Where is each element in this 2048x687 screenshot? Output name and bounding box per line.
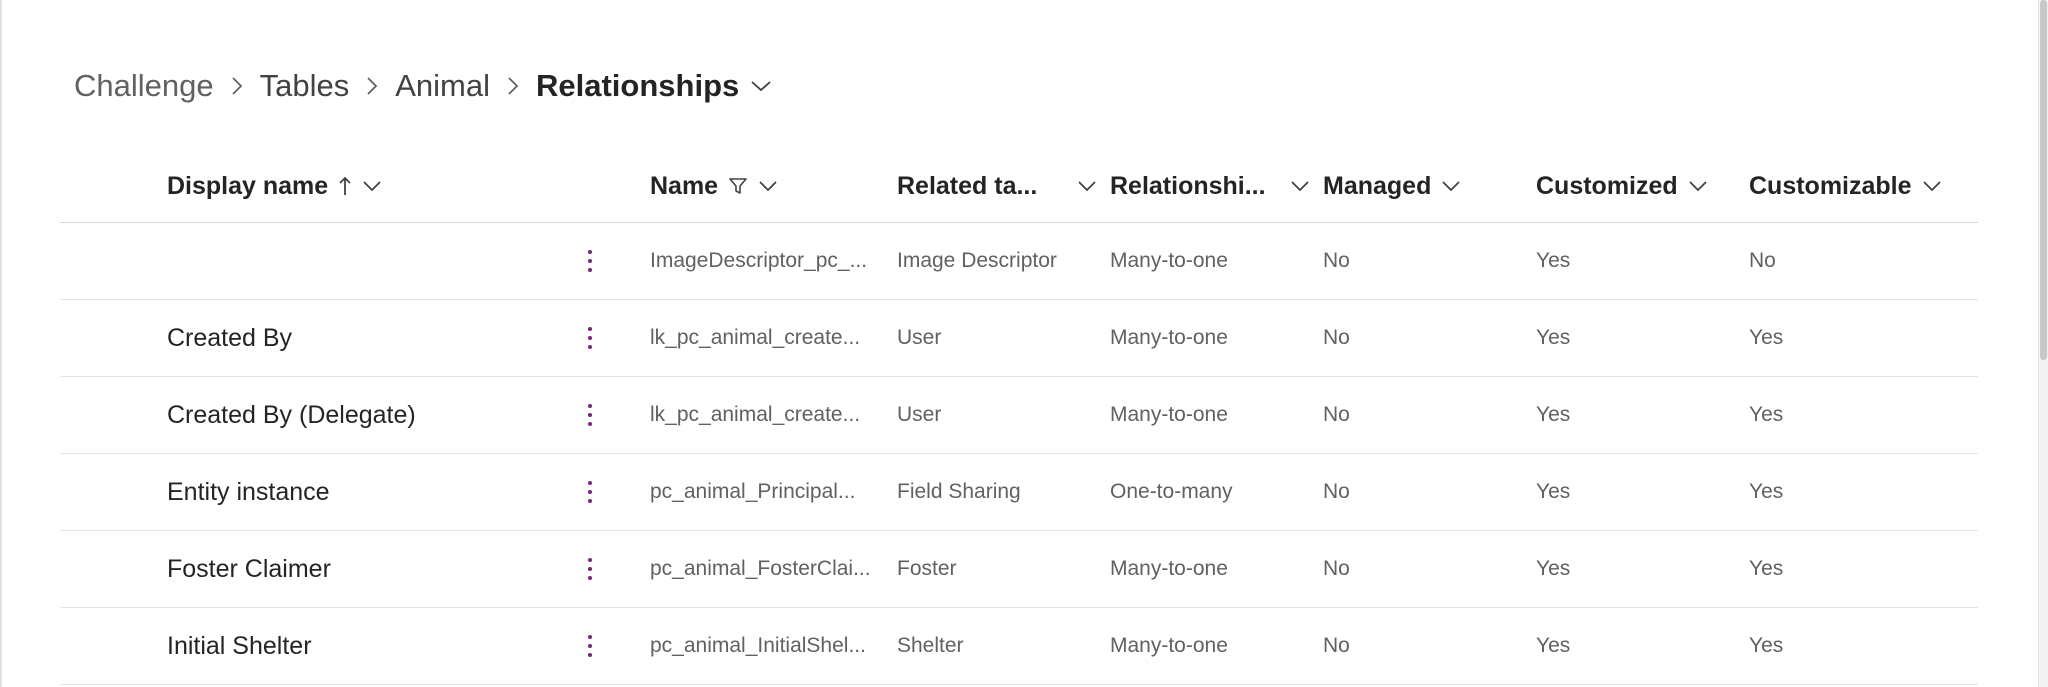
chevron-right-icon (490, 62, 536, 110)
cell-related-table: User (897, 403, 942, 426)
cell-customized: Yes (1536, 480, 1571, 503)
cell-name: pc_animal_InitialShel... (650, 634, 866, 657)
chevron-down-icon (758, 180, 778, 192)
chevron-down-icon (1290, 180, 1310, 192)
column-header-label: Relationshi... (1110, 171, 1266, 200)
cell-relationship-type: Many-to-one (1110, 557, 1228, 580)
cell-name: ImageDescriptor_pc_... (650, 249, 868, 272)
cell-customized: Yes (1536, 326, 1571, 349)
cell-customizable: Yes (1749, 557, 1784, 580)
table-row[interactable]: Entity instance pc_animal_Principal... F… (60, 454, 1978, 531)
cell-name: pc_animal_Principal... (650, 480, 856, 503)
cell-name: lk_pc_animal_create... (650, 403, 861, 426)
more-options-icon[interactable] (560, 608, 620, 684)
cell-name: pc_animal_FosterClai... (650, 557, 871, 580)
cell-related-table: Image Descriptor (897, 249, 1057, 272)
cell-display-name: Entity instance (167, 477, 330, 506)
cell-managed: No (1323, 480, 1350, 503)
cell-customized: Yes (1536, 403, 1571, 426)
cell-managed: No (1323, 326, 1350, 349)
chevron-down-icon (1922, 180, 1942, 192)
cell-relationship-type: Many-to-one (1110, 634, 1228, 657)
cell-customizable: Yes (1749, 326, 1784, 349)
more-options-icon[interactable] (560, 377, 620, 453)
table-row[interactable]: Foster Claimer pc_animal_FosterClai... F… (60, 531, 1978, 608)
relationships-table: Display name Name Related ta... Relation… (60, 150, 1978, 685)
column-header-label: Name (650, 171, 719, 200)
table-row[interactable]: ImageDescriptor_pc_... Image Descriptor … (60, 223, 1978, 300)
filter-icon (728, 176, 748, 196)
more-options-icon[interactable] (560, 531, 620, 607)
chevron-down-icon[interactable] (739, 62, 783, 110)
chevron-down-icon (1688, 180, 1708, 192)
cell-related-table: Shelter (897, 634, 964, 657)
column-header-label: Customizable (1749, 171, 1912, 200)
cell-customizable: Yes (1749, 403, 1784, 426)
cell-customized: Yes (1536, 557, 1571, 580)
chevron-down-icon (1077, 180, 1097, 192)
column-header-label: Related ta... (897, 171, 1038, 200)
cell-managed: No (1323, 403, 1350, 426)
cell-relationship-type: Many-to-one (1110, 249, 1228, 272)
chevron-right-icon (349, 62, 395, 110)
cell-managed: No (1323, 634, 1350, 657)
breadcrumb-item-tables[interactable]: Tables (260, 68, 350, 104)
cell-managed: No (1323, 557, 1350, 580)
arrow-up-icon (338, 175, 352, 197)
cell-customizable: No (1749, 249, 1776, 272)
column-header-relationship-type[interactable]: Relationshi... (1110, 150, 1310, 222)
table-row[interactable]: Created By (Delegate) lk_pc_animal_creat… (60, 377, 1978, 454)
cell-display-name: Created By (167, 323, 293, 352)
column-header-display-name[interactable]: Display name (167, 150, 382, 222)
column-header-name[interactable]: Name (650, 150, 778, 222)
cell-display-name: Initial Shelter (167, 631, 312, 660)
cell-related-table: Field Sharing (897, 480, 1021, 503)
cell-relationship-type: Many-to-one (1110, 326, 1228, 349)
cell-name: lk_pc_animal_create... (650, 326, 861, 349)
chevron-down-icon (362, 180, 382, 192)
chevron-right-icon (214, 62, 260, 110)
more-options-icon[interactable] (560, 223, 620, 299)
cell-customizable: Yes (1749, 480, 1784, 503)
column-header-label: Customized (1536, 171, 1678, 200)
more-options-icon[interactable] (560, 454, 620, 530)
more-options-icon[interactable] (560, 300, 620, 376)
breadcrumb: Challenge Tables Animal Relationships (74, 62, 783, 110)
chevron-down-icon (1441, 180, 1461, 192)
breadcrumb-item-challenge[interactable]: Challenge (74, 68, 214, 104)
cell-relationship-type: Many-to-one (1110, 403, 1228, 426)
table-header-row: Display name Name Related ta... Relation… (60, 150, 1978, 223)
cell-relationship-type: One-to-many (1110, 480, 1233, 503)
column-header-related-table[interactable]: Related ta... (897, 150, 1097, 222)
column-header-label: Managed (1323, 171, 1432, 200)
cell-customizable: Yes (1749, 634, 1784, 657)
column-header-managed[interactable]: Managed (1323, 150, 1461, 222)
cell-customized: Yes (1536, 249, 1571, 272)
column-header-customized[interactable]: Customized (1536, 150, 1708, 222)
breadcrumb-item-relationships: Relationships (535, 68, 740, 103)
cell-related-table: Foster (897, 557, 957, 580)
cell-customized: Yes (1536, 634, 1571, 657)
cell-related-table: User (897, 326, 942, 349)
cell-display-name: Foster Claimer (167, 554, 331, 583)
page: Challenge Tables Animal Relationships Di… (0, 0, 2048, 687)
cell-managed: No (1323, 249, 1350, 272)
breadcrumb-item-animal[interactable]: Animal (395, 68, 490, 104)
cell-display-name: Created By (Delegate) (167, 400, 416, 429)
table-row[interactable]: Initial Shelter pc_animal_InitialShel...… (60, 608, 1978, 685)
vertical-scrollbar[interactable] (2038, 0, 2048, 687)
cell-display-name (167, 223, 527, 299)
column-header-label: Display name (167, 171, 329, 200)
table-row[interactable]: Created By lk_pc_animal_create... User M… (60, 300, 1978, 377)
scrollbar-thumb[interactable] (2040, 0, 2047, 360)
column-header-customizable[interactable]: Customizable (1749, 150, 1942, 222)
